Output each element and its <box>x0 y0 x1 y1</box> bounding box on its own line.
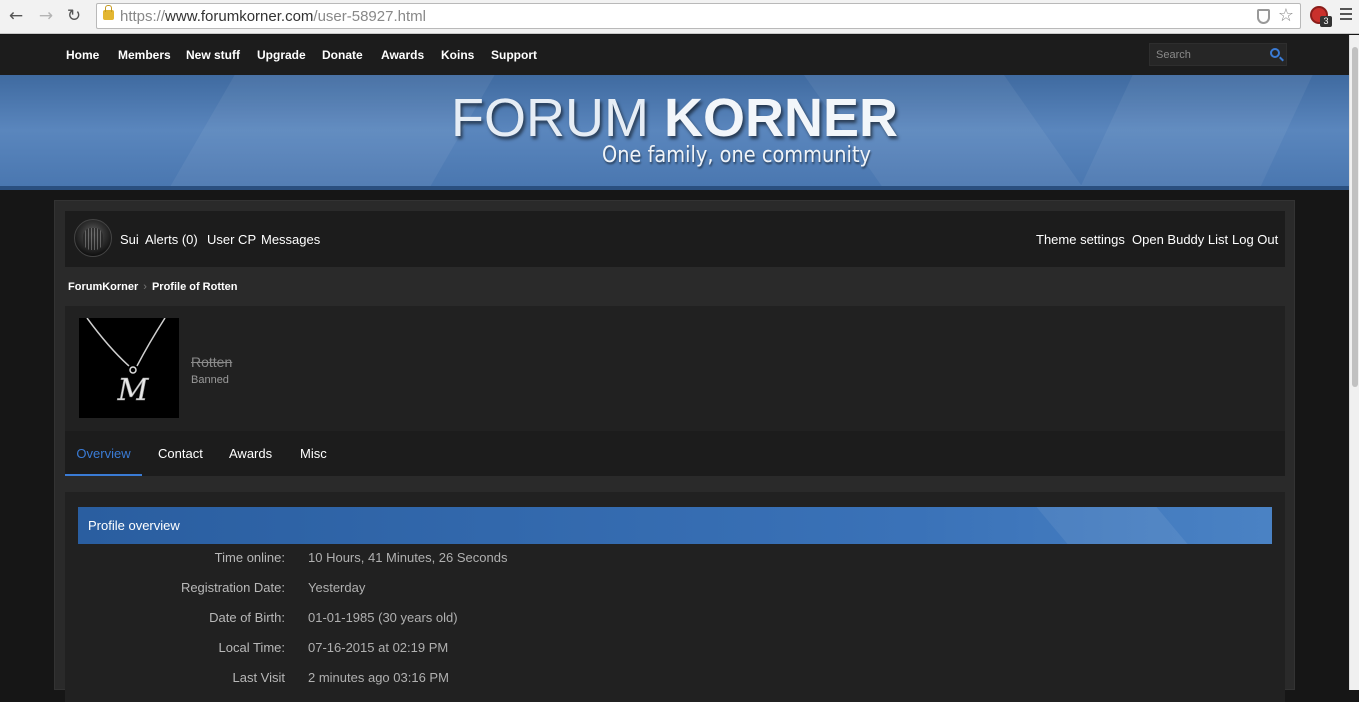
svg-text:M: M <box>117 373 150 408</box>
back-arrow-icon[interactable]: ← <box>4 5 28 27</box>
info-row: Date of Birth: 01-01-1985 (30 years old) <box>78 604 1272 634</box>
profile-tabs: Overview Contact Awards Misc <box>65 431 1285 476</box>
profile-username: Rotten <box>191 354 233 370</box>
nav-home[interactable]: Home <box>66 48 99 62</box>
tab-awards[interactable]: Awards <box>229 431 272 476</box>
url-host: www.forumkorner.com <box>165 8 314 25</box>
search-icon[interactable] <box>1270 48 1280 58</box>
info-value: 01-01-1985 (30 years old) <box>308 610 458 625</box>
tab-misc[interactable]: Misc <box>300 431 327 476</box>
main-container: Sui Alerts (0) User CP Messages Theme se… <box>54 200 1295 702</box>
logo-text-bold: KORNER <box>663 88 898 148</box>
info-label: Registration Date: <box>180 580 285 595</box>
profile-usertitle: Banned <box>191 374 229 386</box>
info-label: Date of Birth: <box>209 610 285 625</box>
shield-icon[interactable] <box>1257 9 1270 24</box>
page-scrollbar[interactable] <box>1349 35 1359 690</box>
breadcrumb-current[interactable]: Profile of Rotten <box>152 281 238 293</box>
nav-new-stuff[interactable]: New stuff <box>186 48 240 62</box>
info-value: 2 minutes ago 03:16 PM <box>308 670 449 685</box>
info-row: Registration Date: Yesterday <box>78 574 1272 604</box>
theme-settings-link[interactable]: Theme settings <box>1036 232 1125 247</box>
top-navigation: Home Members New stuff Upgrade Donate Aw… <box>0 35 1349 75</box>
info-row: Time online: 10 Hours, 41 Minutes, 26 Se… <box>78 544 1272 574</box>
panel-header: Profile overview <box>78 507 1272 544</box>
info-label: Time online: <box>214 550 285 565</box>
breadcrumb: ForumKorner › Profile of Rotten <box>68 281 238 293</box>
nav-koins[interactable]: Koins <box>441 48 474 62</box>
info-value: 10 Hours, 41 Minutes, 26 Seconds <box>308 550 508 565</box>
nav-members[interactable]: Members <box>118 48 171 62</box>
necklace-pendant-image: M <box>86 318 166 408</box>
breadcrumb-root[interactable]: ForumKorner <box>68 281 138 293</box>
logo-text-light: FORUM <box>451 88 664 148</box>
user-avatar[interactable] <box>74 219 112 257</box>
breadcrumb-separator: › <box>143 281 147 293</box>
logout-link[interactable]: Log Out <box>1232 232 1278 247</box>
info-row: Local Time: 07-16-2015 at 02:19 PM <box>78 634 1272 664</box>
reload-icon[interactable]: ↻ <box>62 5 86 27</box>
nav-donate[interactable]: Donate <box>322 48 363 62</box>
userbar-messages[interactable]: Messages <box>261 232 320 247</box>
url-scheme: https:// <box>120 8 166 25</box>
info-label: Local Time: <box>218 640 285 655</box>
address-url[interactable]: https://www.forumkorner.com/user-58927.h… <box>120 8 426 25</box>
user-bar: Sui Alerts (0) User CP Messages Theme se… <box>65 211 1285 267</box>
nav-awards[interactable]: Awards <box>381 48 424 62</box>
profile-overview-panel: Profile overview Time online: 10 Hours, … <box>65 492 1285 702</box>
scrollbar-thumb[interactable] <box>1352 47 1358 387</box>
info-value: 07-16-2015 at 02:19 PM <box>308 640 449 655</box>
tab-contact[interactable]: Contact <box>158 431 203 476</box>
userbar-usercp[interactable]: User CP <box>207 232 256 247</box>
bookmark-star-icon[interactable]: ☆ <box>1278 5 1294 26</box>
site-banner[interactable]: FORUM KORNER One family, one community <box>0 75 1349 190</box>
nav-support[interactable]: Support <box>491 48 537 62</box>
site-logo[interactable]: FORUM KORNER <box>0 87 1349 149</box>
lock-icon <box>103 5 114 20</box>
search-input[interactable] <box>1156 47 1266 63</box>
userbar-username[interactable]: Sui <box>120 232 139 247</box>
profile-avatar: M <box>79 318 179 418</box>
info-value: Yesterday <box>308 580 366 595</box>
browser-toolbar: ← → ↻ https://www.forumkorner.com/user-5… <box>0 0 1359 34</box>
forward-arrow-icon[interactable]: → <box>34 5 58 27</box>
panel-title: Profile overview <box>88 518 180 533</box>
site-tagline: One family, one community <box>602 143 871 168</box>
address-bar[interactable]: https://www.forumkorner.com/user-58927.h… <box>96 3 1301 29</box>
search-box <box>1149 43 1287 66</box>
nav-upgrade[interactable]: Upgrade <box>257 48 306 62</box>
browser-menu-icon[interactable] <box>1340 8 1352 22</box>
buddy-list-link[interactable]: Open Buddy List <box>1132 232 1228 247</box>
info-label: Last Visit <box>232 670 285 685</box>
extension-badge: 3 <box>1320 16 1332 27</box>
profile-header: M Rotten Banned <box>65 306 1285 431</box>
userbar-alerts[interactable]: Alerts (0) <box>145 232 198 247</box>
url-path: /user-58927.html <box>313 8 426 25</box>
tab-overview[interactable]: Overview <box>65 431 142 476</box>
